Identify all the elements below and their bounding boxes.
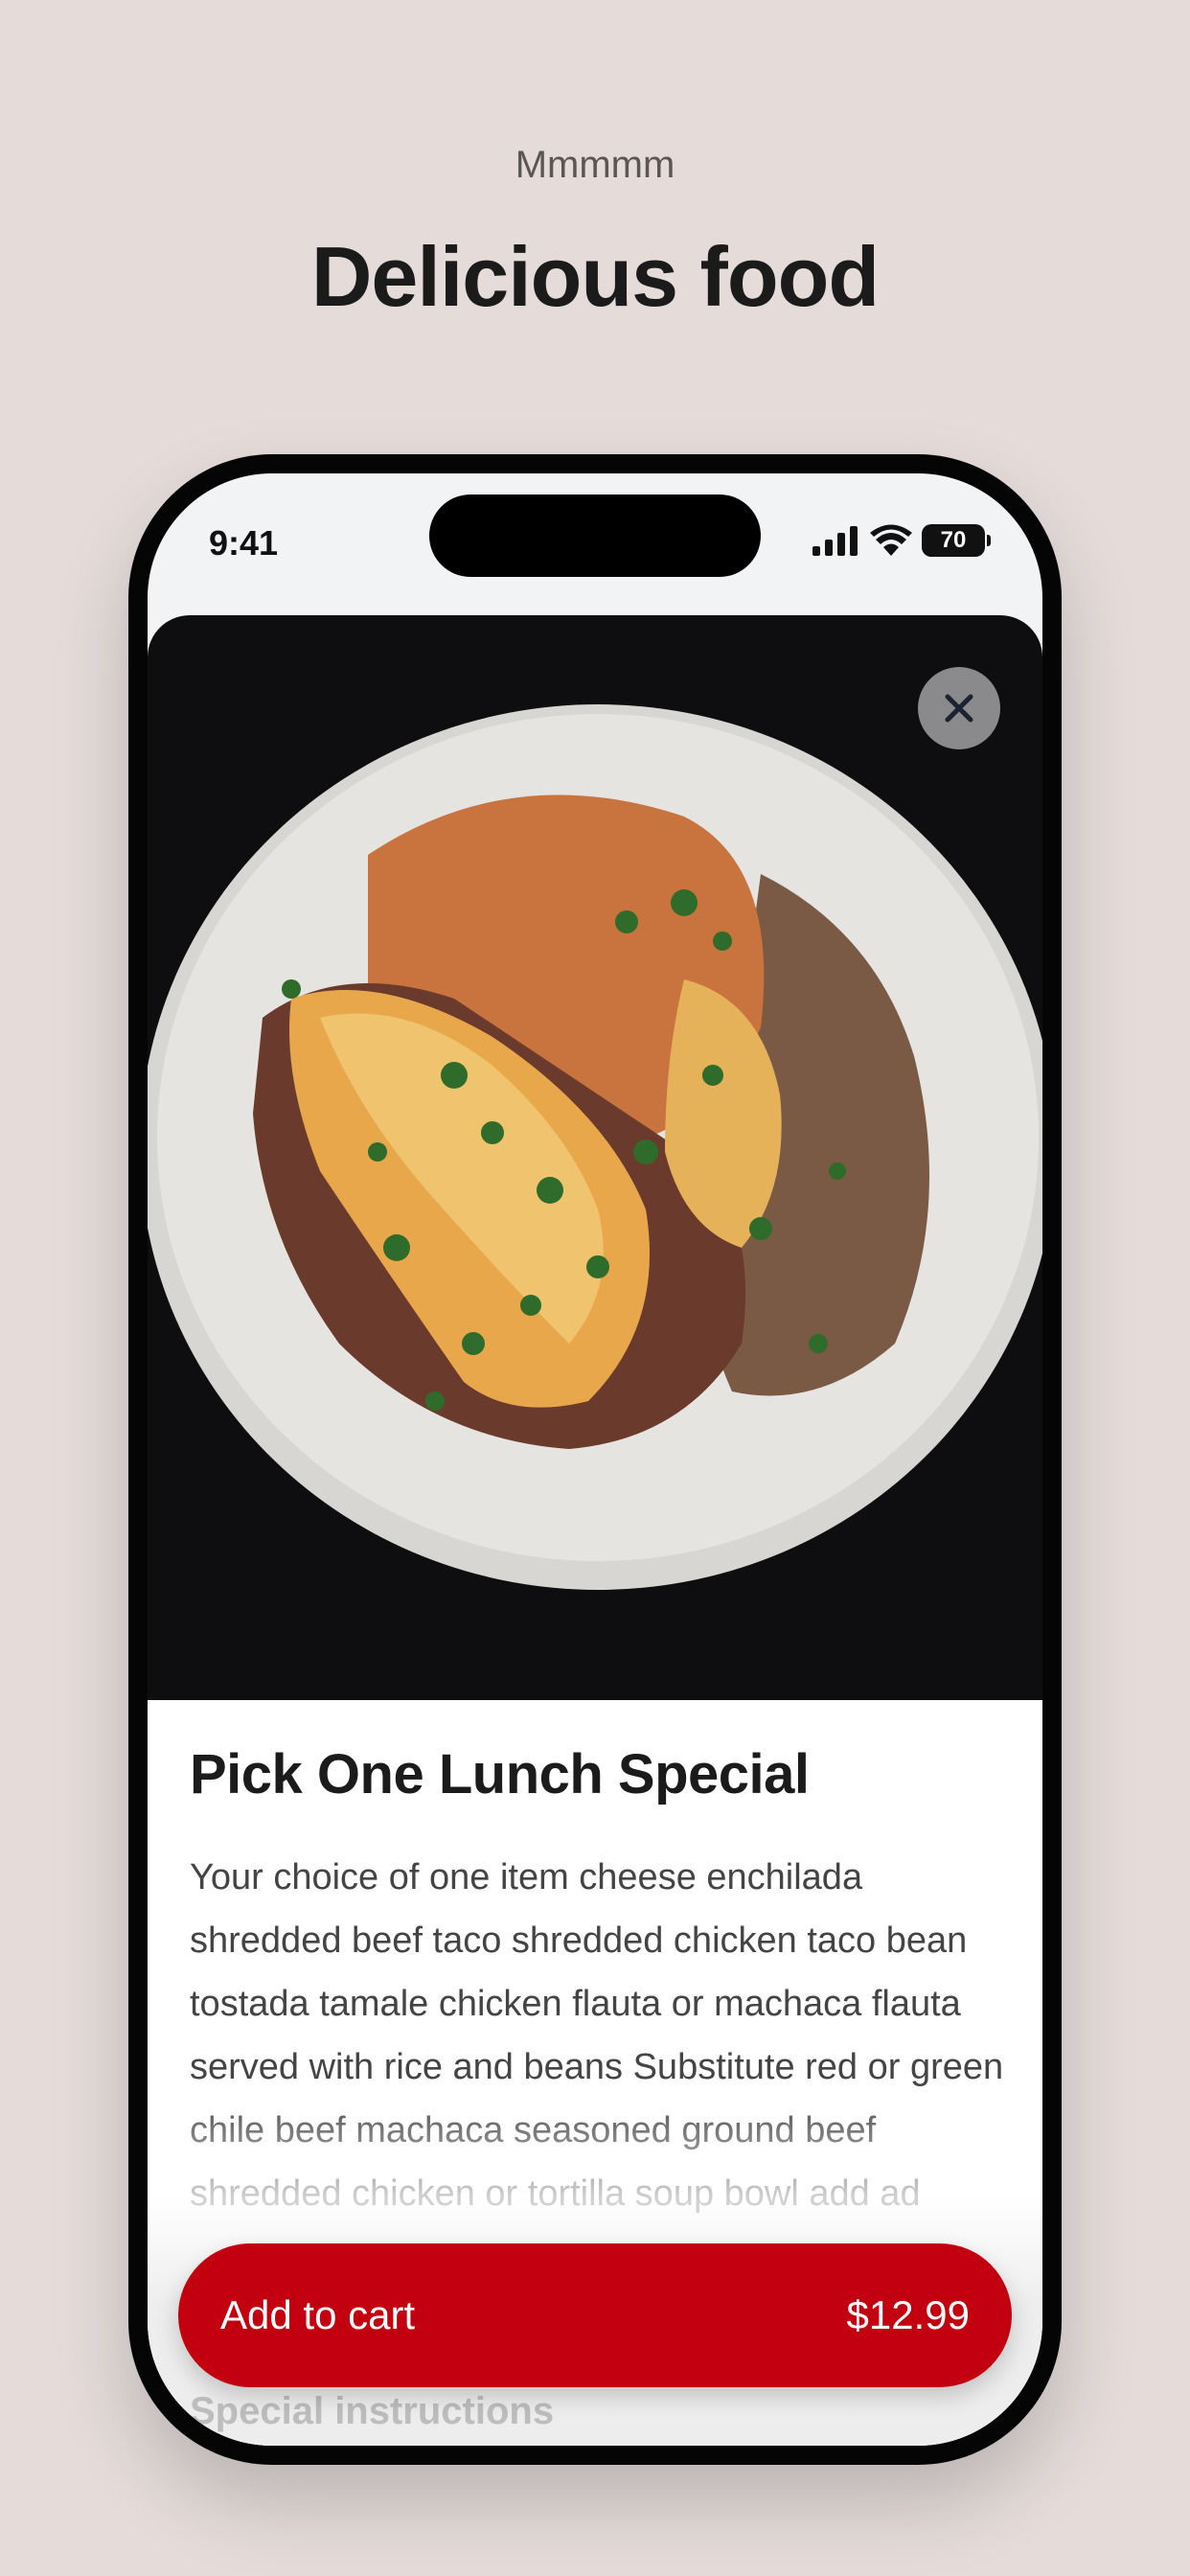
add-to-cart-label: Add to cart [220,2292,416,2337]
status-time: 9:41 [209,523,279,563]
item-title: Pick One Lunch Special [190,1743,810,1806]
cellular-signal-icon [812,526,858,556]
eyebrow-text: Mmmmm [515,144,675,186]
battery-level: 70 [940,527,967,553]
food-photo [148,615,1042,1700]
page-headline: Delicious food [310,229,880,324]
status-icons: 70 [812,521,991,560]
special-instructions-label: Special instructions [190,2390,555,2432]
item-detail-sheet: Pick One Lunch Special Your choice of on… [148,615,1042,2446]
dynamic-island [429,494,761,577]
close-icon [945,694,973,723]
cart-price: $12.99 [846,2292,970,2337]
wifi-icon [870,524,912,556]
phone-frame: 9:41 70 Pick One Lunch Special Your choi… [128,454,1062,2465]
phone-screen: 9:41 70 Pick One Lunch Special Your choi… [148,473,1042,2446]
add-to-cart-button[interactable]: Add to cart $12.99 [178,2243,1012,2387]
close-button[interactable] [918,667,1000,749]
battery-icon: 70 [922,524,991,557]
enchilada-plate-image [148,704,1042,1590]
